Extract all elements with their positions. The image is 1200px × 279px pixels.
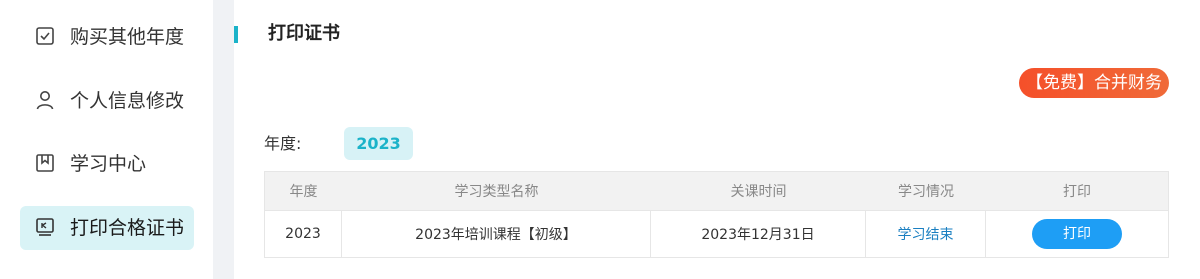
header-close-time: 关课时间 (730, 184, 787, 200)
user-icon (36, 91, 54, 110)
cell-status: 学习结束 (866, 211, 986, 257)
cell-close-time: 2023年12月31日 (651, 211, 866, 257)
sidebar-item-label: 个人信息修改 (70, 90, 185, 112)
year-label: 年度: (264, 134, 302, 153)
cell-print: 打印 (986, 211, 1168, 257)
table-row: 2023 2023年培训课程【初级】 2023年12月31日 学习结束 打印 (265, 210, 1168, 257)
certificate-icon (36, 218, 54, 236)
sidebar-item-learning-center[interactable]: 学习中心 (20, 142, 194, 186)
sidebar: 购买其他年度 个人信息修改 学习中心 打印合格证书 (0, 0, 213, 279)
sidebar-item-label: 购买其他年度 (70, 26, 185, 48)
page-title: 打印证书 (268, 23, 340, 44)
table-header: 年度 学习类型名称 关课时间 学习情况 打印 (265, 172, 1168, 210)
cell-year: 2023 (265, 211, 342, 257)
status-link[interactable]: 学习结束 (898, 224, 954, 244)
header-year: 年度 (289, 184, 318, 200)
sidebar-item-label: 打印合格证书 (70, 217, 185, 239)
checkbox-icon (36, 27, 54, 45)
certificate-table: 年度 学习类型名称 关课时间 学习情况 打印 2023 2023年培训课程【初级… (264, 171, 1169, 258)
header-course-name: 学习类型名称 (454, 184, 539, 200)
print-button[interactable]: 打印 (1032, 219, 1122, 249)
sidebar-item-print-certificate[interactable]: 打印合格证书 (20, 206, 194, 250)
sidebar-item-buy-other-year[interactable]: 购买其他年度 (20, 15, 194, 59)
main-panel: 打印证书 【免费】合并财务 年度: 2023 年度 学习类型名称 关课时间 学习… (234, 0, 1200, 279)
sidebar-item-profile[interactable]: 个人信息修改 (20, 79, 194, 123)
header-status: 学习情况 (898, 184, 954, 200)
bookmark-icon (36, 154, 54, 172)
title-accent-bar (234, 26, 238, 43)
header-print: 打印 (1063, 184, 1091, 200)
cell-course-name: 2023年培训课程【初级】 (342, 211, 651, 257)
app-root: 购买其他年度 个人信息修改 学习中心 打印合格证书 打印证书 【免费】合并财务 … (0, 0, 1200, 279)
merge-finance-button[interactable]: 【免费】合并财务 (1019, 68, 1169, 98)
sidebar-item-label: 学习中心 (70, 153, 147, 175)
year-selector-chip[interactable]: 2023 (344, 127, 413, 160)
